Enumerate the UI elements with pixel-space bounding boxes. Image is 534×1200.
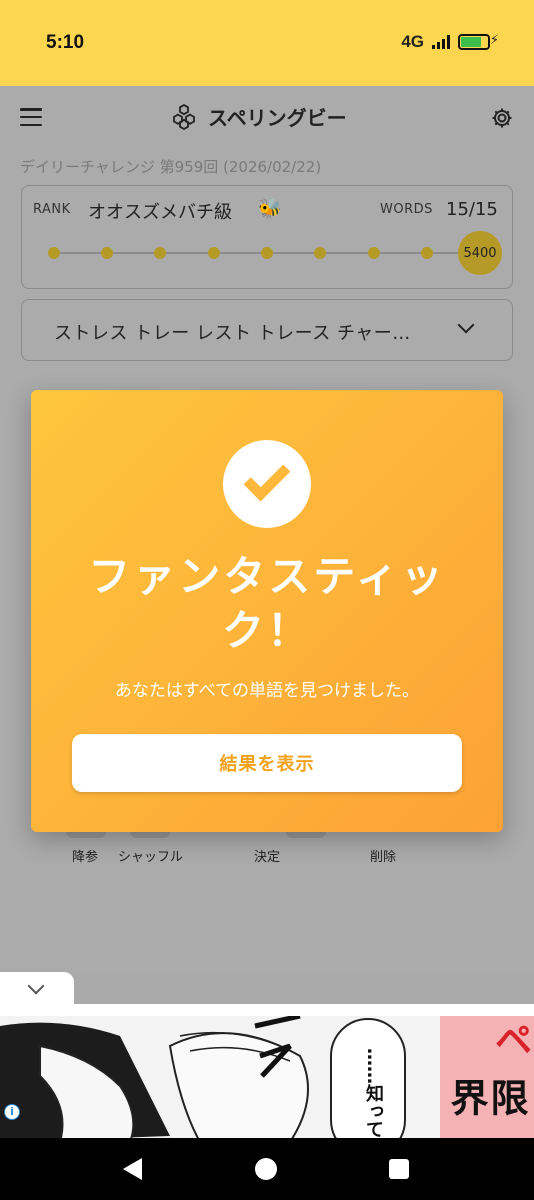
page-title: スペリングビー: [208, 106, 347, 130]
challenge-subtitle: デイリーチャレンジ 第959回 (2026/02/22): [20, 158, 322, 176]
found-words-dropdown[interactable]: ストレス トレー レスト トレース チャー…: [21, 299, 513, 361]
progress-dot: [314, 247, 326, 259]
shuffle-button[interactable]: [130, 832, 170, 838]
rank-name: オオスズメバチ級: [88, 202, 232, 223]
enter-label[interactable]: 決定: [254, 846, 280, 865]
give-up-label[interactable]: 降参: [72, 846, 98, 865]
home-icon[interactable]: [255, 1158, 277, 1180]
modal-title: ファンタスティック！: [88, 552, 446, 655]
chevron-down-icon: [457, 316, 475, 334]
shuffle-label[interactable]: シャッフル: [118, 846, 183, 865]
network-type: 4G: [401, 32, 424, 51]
ad-collapse-tab[interactable]: [0, 972, 74, 1004]
rank-label: RANK: [33, 202, 71, 217]
recent-apps-icon[interactable]: [389, 1159, 409, 1179]
hamburger-icon[interactable]: [20, 108, 42, 126]
enter-button[interactable]: [286, 832, 326, 838]
progress-dot: [208, 247, 220, 259]
control-labels: 降参 シャッフル 決定 削除: [0, 846, 534, 870]
gear-icon[interactable]: [490, 106, 514, 130]
ad-info-icon[interactable]: i: [4, 1104, 20, 1120]
status-time: 5:10: [46, 32, 85, 53]
battery-icon: ⚡: [458, 33, 499, 50]
bee-icon: 🐝: [258, 198, 282, 220]
chevron-down-icon: [27, 977, 45, 995]
progress-dot: [368, 247, 380, 259]
delete-label[interactable]: 削除: [370, 846, 396, 865]
progress-dot: [261, 247, 273, 259]
ad-banner[interactable]: ……知って ハイスペ 限界: [0, 1004, 534, 1138]
show-results-button[interactable]: 結果を表示: [72, 734, 462, 792]
modal-message: あなたはすべての単語を見つけました。: [114, 681, 420, 701]
ad-speech-text: ……知って: [363, 1048, 384, 1138]
status-icons: 4G ⚡: [401, 32, 499, 52]
words-label: WORDS: [380, 202, 433, 217]
system-nav-bar: [0, 1138, 534, 1200]
app-title: スペリングビー: [170, 102, 347, 131]
progress-dot: [154, 247, 166, 259]
ad-side-panel: ハイスペ 限界: [440, 1016, 534, 1138]
signal-icon: [432, 35, 450, 49]
completion-modal: ファンタスティック！ あなたはすべての単語を見つけました。 結果を表示: [31, 390, 503, 832]
honeycomb-icon: [173, 103, 195, 130]
progress-dot: [48, 247, 60, 259]
app-header: スペリングビー: [0, 86, 534, 148]
progress-dot: [101, 247, 113, 259]
back-icon[interactable]: [123, 1158, 142, 1180]
status-bar: 5:10 4G ⚡: [0, 0, 534, 86]
score-badge: 5400: [458, 231, 502, 275]
rank-card[interactable]: RANK オオスズメバチ級 🐝 WORDS 15/15 5400: [21, 185, 513, 289]
progress-dot: [421, 247, 433, 259]
found-words-list: ストレス トレー レスト トレース チャー…: [54, 323, 411, 344]
give-up-button[interactable]: [66, 832, 106, 838]
words-count: 15/15: [446, 199, 498, 220]
check-icon: [223, 440, 311, 528]
ad-vertical-text-2: 限界: [444, 1078, 528, 1116]
